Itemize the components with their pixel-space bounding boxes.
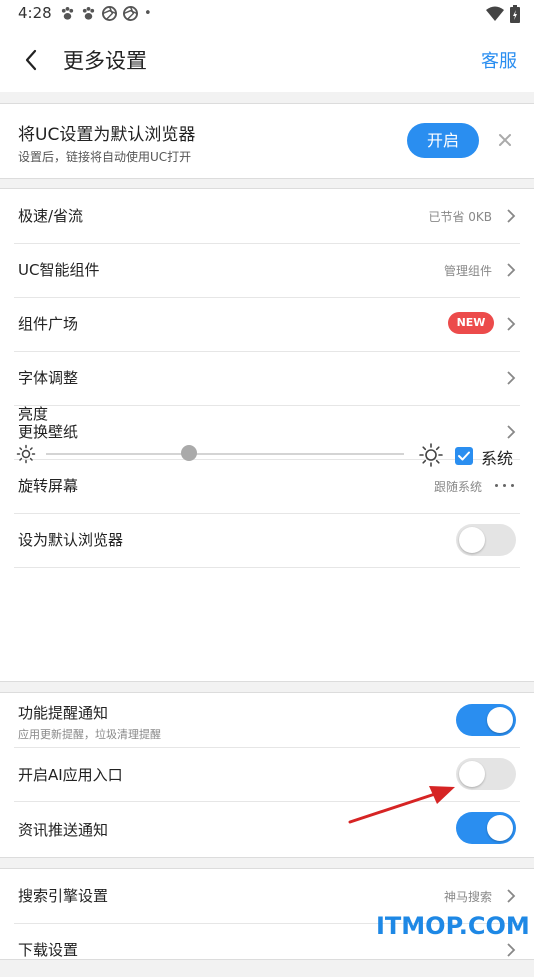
setting-default-browser: 设为默认浏览器 bbox=[14, 513, 520, 568]
setting-rotate-screen[interactable]: 旋转屏幕 跟随系统 bbox=[14, 459, 520, 514]
paw-icon bbox=[61, 6, 74, 20]
status-bar: 4:28 • bbox=[0, 0, 534, 28]
setting-label: 功能提醒通知 bbox=[18, 704, 109, 722]
watermark: ITMOP.COM bbox=[376, 912, 530, 940]
brightness-slider[interactable] bbox=[46, 445, 404, 461]
setting-label: 旋转屏幕 bbox=[18, 477, 79, 495]
setting-label: 组件广场 bbox=[18, 315, 79, 333]
chevron-right-icon bbox=[507, 209, 516, 223]
setting-uc-widgets[interactable]: UC智能组件 管理组件 bbox=[14, 243, 520, 298]
setting-label: 更换壁纸 bbox=[18, 423, 79, 441]
customer-service-link[interactable]: 客服 bbox=[481, 47, 517, 73]
setting-sub: 应用更新提醒，垃圾清理提醒 bbox=[18, 728, 161, 741]
default-browser-banner: 将UC设置为默认浏览器 设置后，链接将自动使用UC打开 开启 bbox=[0, 103, 534, 179]
chevron-right-icon bbox=[507, 943, 516, 957]
more-dots-icon[interactable] bbox=[495, 484, 514, 487]
setting-speed-saving[interactable]: 极速/省流 已节省 0KB bbox=[14, 189, 520, 244]
enable-button[interactable]: 开启 bbox=[407, 123, 479, 158]
page-title: 更多设置 bbox=[63, 49, 147, 73]
app-bar: 更多设置 客服 bbox=[0, 28, 534, 92]
status-right bbox=[486, 5, 520, 23]
brightness-high-icon bbox=[419, 443, 443, 467]
setting-label: 搜索引擎设置 bbox=[18, 887, 109, 905]
chevron-right-icon bbox=[507, 317, 516, 331]
setting-value: 神马搜索 bbox=[443, 890, 492, 904]
chevron-right-icon bbox=[507, 371, 516, 385]
banner-subtitle: 设置后，链接将自动使用UC打开 bbox=[18, 150, 192, 164]
close-icon[interactable] bbox=[497, 132, 513, 148]
chevron-right-icon bbox=[507, 263, 516, 277]
check-icon bbox=[458, 451, 470, 461]
setting-value: 管理组件 bbox=[443, 264, 492, 278]
setting-label: 字体调整 bbox=[18, 369, 79, 387]
notification-icons: • bbox=[60, 6, 152, 21]
ai-entry-toggle[interactable] bbox=[456, 758, 516, 790]
news-push-toggle[interactable] bbox=[456, 812, 516, 844]
system-brightness-label: 系统 bbox=[481, 449, 514, 468]
default-browser-toggle[interactable] bbox=[456, 524, 516, 556]
status-dot: • bbox=[144, 6, 152, 21]
setting-label: 开启AI应用入口 bbox=[18, 766, 123, 784]
feature-reminder-toggle[interactable] bbox=[456, 704, 516, 736]
setting-feature-reminder: 功能提醒通知 应用更新提醒，垃圾清理提醒 bbox=[14, 693, 520, 748]
aperture-icon bbox=[123, 6, 138, 21]
setting-label: 资讯推送通知 bbox=[18, 821, 109, 839]
new-badge: NEW bbox=[448, 312, 494, 334]
setting-wallpaper[interactable]: 更换壁纸 bbox=[14, 405, 520, 460]
status-time: 4:28 bbox=[18, 4, 52, 22]
setting-label: 设为默认浏览器 bbox=[18, 531, 124, 549]
brightness-low-icon bbox=[16, 444, 36, 464]
setting-value: 跟随系统 bbox=[433, 480, 482, 494]
annotation-arrow bbox=[348, 786, 455, 824]
setting-label: UC智能组件 bbox=[18, 261, 100, 279]
brightness-label: 亮度 bbox=[18, 405, 49, 423]
paw-icon bbox=[82, 6, 95, 20]
chevron-right-icon bbox=[507, 425, 516, 439]
setting-widget-plaza[interactable]: 组件广场 NEW bbox=[14, 297, 520, 352]
chevron-right-icon bbox=[507, 889, 516, 903]
setting-label: 极速/省流 bbox=[18, 207, 84, 225]
back-arrow-icon[interactable] bbox=[18, 46, 46, 74]
aperture-icon bbox=[102, 6, 117, 21]
battery-icon bbox=[510, 5, 520, 23]
banner-title: 将UC设置为默认浏览器 bbox=[18, 125, 196, 145]
settings-group-notifications: 功能提醒通知 应用更新提醒，垃圾清理提醒 开启AI应用入口 资讯推送通知 bbox=[0, 692, 534, 858]
wifi-icon bbox=[486, 6, 504, 21]
system-brightness-checkbox[interactable] bbox=[455, 447, 473, 465]
settings-group-general: 极速/省流 已节省 0KB UC智能组件 管理组件 组件广场 NEW 字体调整 … bbox=[0, 188, 534, 682]
setting-font-size[interactable]: 字体调整 bbox=[14, 351, 520, 406]
setting-value: 已节省 0KB bbox=[428, 210, 492, 224]
